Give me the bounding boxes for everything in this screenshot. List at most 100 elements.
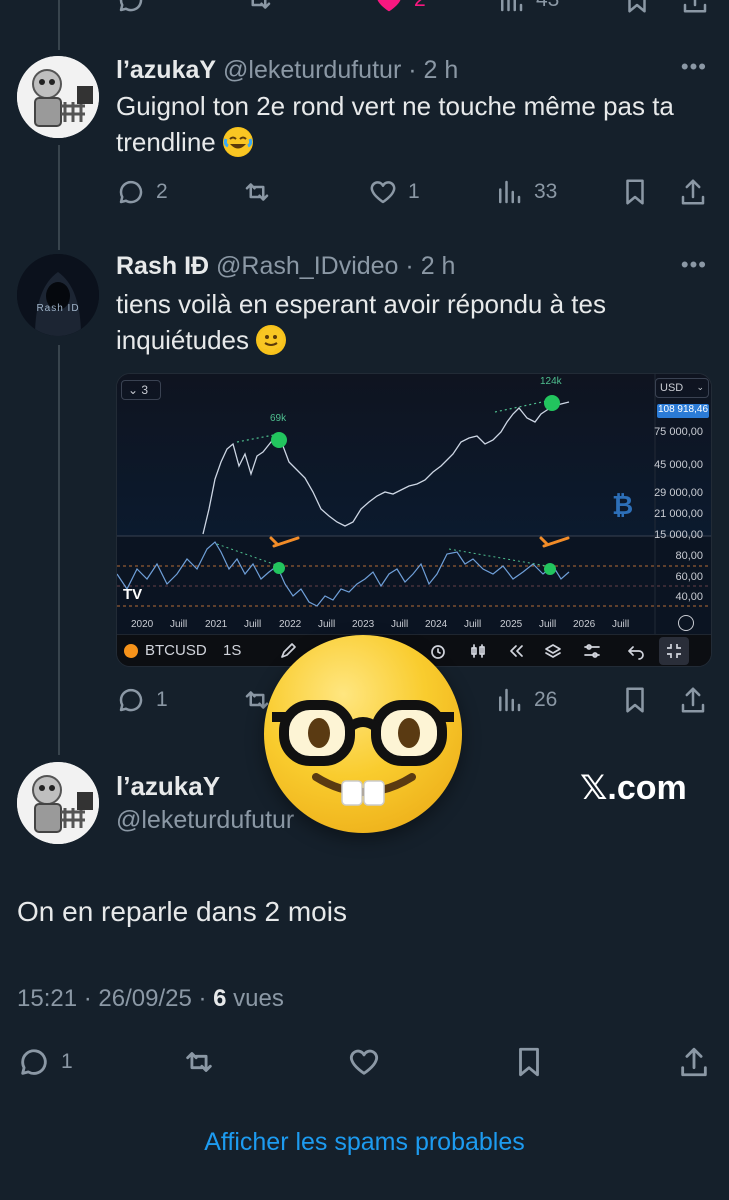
bookmark-icon — [626, 687, 644, 713]
top-bookmark-button[interactable] — [622, 0, 652, 20]
reply1-views-button[interactable]: 33 — [494, 172, 557, 212]
main-retweet-button[interactable] — [182, 1042, 216, 1082]
share-icon — [681, 687, 705, 713]
reply1-reply-button[interactable]: 2 — [116, 172, 168, 212]
reply-icon — [119, 0, 143, 12]
main-like-button[interactable] — [347, 1042, 381, 1082]
main-reply-button[interactable]: 1 — [17, 1042, 73, 1082]
main-reply-count: 1 — [61, 1050, 73, 1073]
top-reply-button[interactable] — [116, 0, 146, 20]
reply1-header: l’azukaY @leketurdufutur · 2 h — [116, 56, 458, 85]
heart-icon — [349, 1049, 379, 1075]
undo-icon — [628, 646, 644, 660]
show-probable-spam-link[interactable]: Afficher les spams probables — [0, 1128, 729, 1157]
reply1-handle[interactable]: @leketurdufutur — [223, 56, 401, 84]
chart-type-button[interactable] — [469, 642, 487, 660]
reply2-name[interactable]: Rash IÐ — [116, 252, 209, 280]
osc-tick-0: 80,00 — [675, 550, 703, 562]
reply1-name[interactable]: l’azukaY — [116, 56, 216, 84]
peak1-marker — [271, 432, 287, 448]
top-share-button[interactable] — [680, 0, 710, 20]
layers-button[interactable] — [544, 642, 562, 660]
reply2-time[interactable]: · 2 h — [405, 252, 455, 280]
reply2-text-content: tiens voilà en esperant avoir répondu à … — [116, 289, 606, 355]
reply2-views-count: 26 — [534, 688, 558, 711]
exit-fullscreen-button[interactable] — [659, 637, 689, 665]
main-tweet-name[interactable]: l’azukaY — [116, 771, 220, 802]
btc-symbol-icon — [124, 644, 138, 658]
reply-icon — [119, 180, 143, 204]
retweet-icon — [245, 183, 269, 201]
currency-select[interactable]: USD ⌄ — [655, 378, 709, 398]
main-share-button[interactable] — [677, 1042, 711, 1082]
reply1-time[interactable]: · 2 h — [408, 56, 458, 84]
reply1-share-button[interactable] — [678, 172, 708, 212]
avatar-azukay-main[interactable] — [17, 762, 99, 844]
nerd-face-emoji-icon — [264, 635, 462, 833]
reply1-like-button[interactable]: 1 — [368, 172, 420, 212]
main-bookmark-button[interactable] — [512, 1042, 546, 1082]
x-tick-2: 2021 — [205, 619, 228, 630]
reply1-more-button[interactable]: ••• — [681, 54, 707, 80]
x-tick-8: 2024 — [425, 619, 448, 630]
reply-icon — [119, 688, 143, 712]
x-tick-4: 2022 — [279, 619, 302, 630]
avatar-azukay[interactable] — [17, 56, 99, 138]
main-tweet-meta: 15:21 · 26/09/25 · 6 vues — [17, 985, 284, 1013]
reply2-text: tiens voilà en esperant avoir répondu à … — [116, 286, 706, 358]
bookmark-icon — [519, 1047, 539, 1077]
x-tick-7: Juill — [391, 619, 409, 630]
top-like-button[interactable]: 2 — [374, 0, 426, 20]
bookmark-icon — [626, 179, 644, 205]
top-action-bar: 2 43 — [116, 0, 712, 13]
reply2-header: Rash IÐ @Rash_IDvideo · 2 h — [116, 252, 455, 281]
main-tweet-views-label: vues — [226, 985, 284, 1012]
price-tick-4: 15 000,00 — [654, 529, 703, 541]
x-tick-6: 2023 — [352, 619, 375, 630]
hooded-figure-avatar-icon — [17, 254, 99, 336]
peak2-label: 124k — [540, 376, 562, 387]
osc-tick-2: 40,00 — [675, 591, 703, 603]
reply2-share-button[interactable] — [678, 680, 708, 720]
price-tick-0: 75 000,00 — [654, 426, 703, 438]
x-tick-10: 2025 — [500, 619, 523, 630]
top-retweet-button[interactable] — [244, 0, 274, 20]
replay-button[interactable] — [507, 642, 525, 660]
avatar-rash-id-label: Rash ID — [36, 303, 80, 314]
avatar-rash-id[interactable]: Rash ID — [17, 254, 99, 336]
reply2-reply-button[interactable]: 1 — [116, 680, 168, 720]
main-tweet-time[interactable]: 15:21 · 26/09/25 · — [17, 985, 213, 1012]
reply2-handle[interactable]: @Rash_IDvideo — [216, 252, 398, 280]
x-tick-13: Juill — [612, 619, 630, 630]
price-tick-3: 21 000,00 — [654, 508, 703, 520]
x-watermark: 𝕏.com — [580, 769, 687, 807]
osc-tick-1: 60,00 — [675, 571, 703, 583]
reply1-like-count: 1 — [408, 180, 420, 203]
x-tick-11: Juill — [539, 619, 557, 630]
reply2-views-button[interactable]: 26 — [494, 680, 557, 720]
undo-button[interactable] — [627, 642, 645, 660]
views-icon — [501, 0, 523, 12]
chart-settings-icon[interactable] — [678, 615, 694, 631]
timeframe-badge[interactable]: ⌄ 3 — [121, 380, 161, 400]
x-tick-0: 2020 — [131, 619, 154, 630]
top-views-count: 43 — [536, 0, 559, 12]
rewind-icon — [510, 645, 523, 657]
reply1-text-content: Guignol ton 2e rond vert ne touche même … — [116, 91, 674, 157]
reply2-bookmark-button[interactable] — [620, 680, 650, 720]
settings-button[interactable] — [583, 642, 601, 660]
symbol-button[interactable]: BTCUSD — [145, 642, 207, 659]
candlestick-icon — [471, 644, 485, 658]
last-price-label: 108 918,46 — [657, 404, 709, 418]
top-like-count: 2 — [414, 0, 426, 12]
thread-line-2 — [58, 345, 60, 755]
tradingview-logo: TV — [123, 586, 143, 603]
reply1-reply-count: 2 — [156, 180, 168, 203]
share-icon — [681, 1047, 707, 1077]
interval-button[interactable]: 1S — [223, 642, 241, 659]
peak2-marker — [544, 395, 560, 411]
reply1-bookmark-button[interactable] — [620, 172, 650, 212]
top-views-button[interactable]: 43 — [496, 0, 559, 20]
reply1-retweet-button[interactable] — [242, 172, 282, 212]
reply2-more-button[interactable]: ••• — [681, 252, 707, 278]
